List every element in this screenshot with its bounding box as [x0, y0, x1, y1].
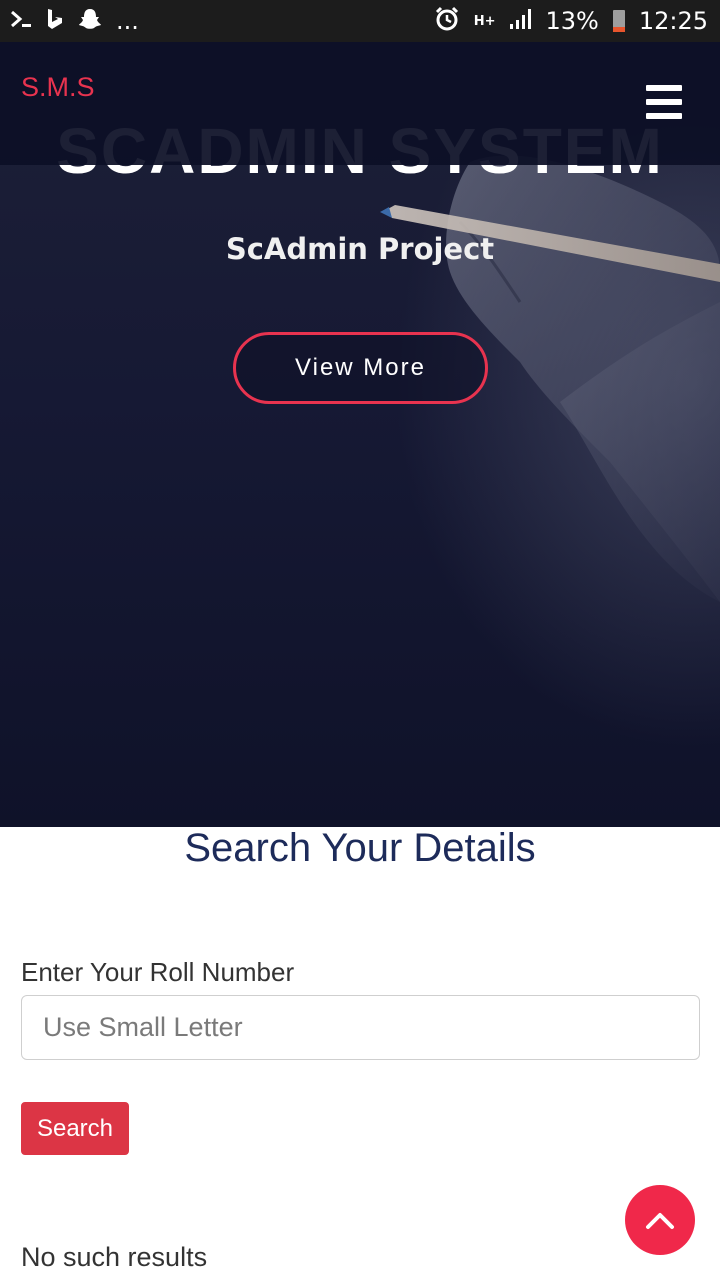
terminal-icon [10, 9, 32, 34]
chevron-up-icon [646, 1213, 674, 1229]
network-type-label: H+ [473, 13, 496, 29]
view-more-button[interactable]: View More [233, 332, 488, 404]
clock-time: 12:25 [638, 7, 708, 35]
roll-number-input[interactable] [21, 995, 700, 1060]
search-section-heading: Search Your Details [184, 826, 536, 870]
hamburger-menu-icon[interactable] [646, 85, 686, 119]
status-bar-left: ... [10, 7, 139, 35]
result-message: No such results [21, 1242, 208, 1272]
more-notifications-indicator: ... [116, 7, 139, 35]
signal-icon [509, 8, 532, 34]
back-to-top-button[interactable] [625, 1185, 695, 1255]
snapchat-icon [78, 8, 102, 35]
search-button[interactable]: Search [21, 1102, 129, 1155]
brand-logo-text[interactable]: S.M.S [21, 72, 95, 103]
menu-bar [646, 85, 682, 91]
navbar: S.M.S [0, 42, 720, 165]
menu-bar [646, 99, 682, 105]
bing-icon [46, 8, 64, 35]
status-bar-right: H+ 13% 12:25 [434, 6, 708, 36]
app-page: SCADMIN SYSTEM ScAdmin Project View More… [0, 0, 720, 1280]
roll-number-label: Enter Your Roll Number [21, 957, 295, 987]
battery-icon [612, 10, 625, 32]
menu-bar [646, 113, 682, 119]
alarm-icon [434, 6, 460, 36]
status-bar: ... H+ 13% 12:25 [0, 0, 720, 42]
battery-percent: 13% [545, 7, 599, 35]
hero-subtitle: ScAdmin Project [225, 232, 495, 266]
